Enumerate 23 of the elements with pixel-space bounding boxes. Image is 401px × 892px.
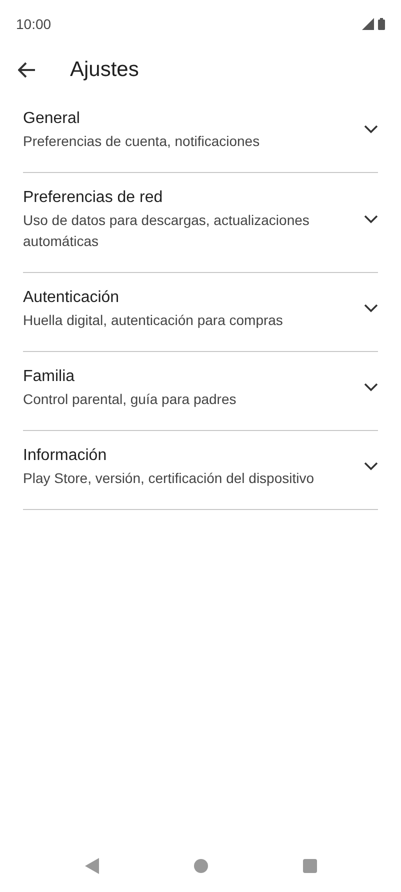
recents-nav-icon[interactable] <box>302 859 316 873</box>
section-title: Autenticación <box>23 288 120 308</box>
back-nav-icon[interactable] <box>84 858 98 874</box>
battery-icon <box>378 18 385 30</box>
chevron-icon[interactable] <box>364 304 378 313</box>
section-title: General <box>23 109 81 129</box>
chevron-icon[interactable] <box>364 462 378 471</box>
section-subtitle: Control parental, guía para padres <box>23 390 238 409</box>
home-nav-icon[interactable] <box>194 859 208 873</box>
signal-icon <box>362 18 374 30</box>
chevron-icon[interactable] <box>364 383 378 392</box>
section-subtitle: Uso de datos para descargas, actualizaciones automáticas <box>23 211 310 251</box>
section-subtitle: Preferencias de cuenta, notificaciones <box>23 132 261 151</box>
chevron-icon[interactable] <box>364 125 378 134</box>
section-title: Familia <box>23 367 76 387</box>
section-subtitle: Play Store, versión, certificación del dispositivo <box>23 469 316 488</box>
section-subtitle: Huella digital, autenticación para compras <box>23 311 284 330</box>
status-time: 10:00 <box>16 14 52 34</box>
section-title: Preferencias de red <box>23 188 164 208</box>
section-title: Información <box>23 446 108 466</box>
chevron-icon[interactable] <box>364 214 378 224</box>
back-button[interactable] <box>18 62 36 78</box>
page-title: Ajustes <box>70 57 139 84</box>
